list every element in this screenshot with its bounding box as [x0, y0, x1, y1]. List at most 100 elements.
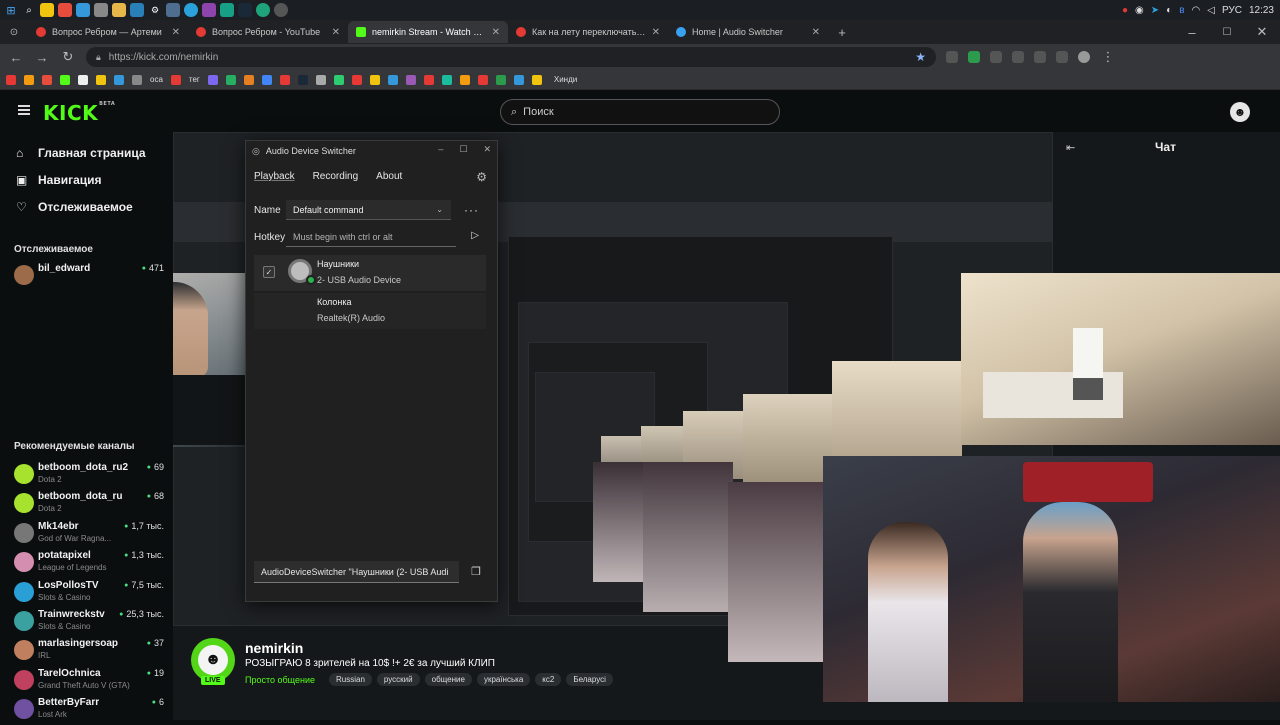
browser-tab[interactable]: Вопрос Ребром - YouTube ✕: [188, 21, 348, 43]
extension-icon[interactable]: [990, 51, 1002, 63]
bookmark-icon[interactable]: [6, 74, 16, 85]
bookmark-icon[interactable]: [423, 74, 434, 85]
sidebar-item-home[interactable]: ⌂ Главная страница: [16, 146, 146, 160]
bluetooth-icon[interactable]: ʙ: [1179, 5, 1184, 16]
app-icon[interactable]: [166, 3, 180, 17]
app-icon[interactable]: [220, 3, 234, 17]
device-item[interactable]: Колонка Realtek(R) Audio: [254, 293, 486, 329]
recommended-channel[interactable]: LosPollosTVSlots & Casino7,5 тыс.: [14, 580, 164, 608]
extension-icon[interactable]: [1056, 51, 1068, 63]
volume-icon[interactable]: ◁: [1207, 5, 1215, 16]
bookmark-hindi[interactable]: Хинди: [554, 75, 577, 84]
bookmark-icon[interactable]: [387, 74, 398, 85]
user-avatar[interactable]: ☻: [1230, 102, 1250, 122]
steam-icon[interactable]: [238, 3, 252, 17]
recommended-channel[interactable]: BetterByFarrLost Ark6: [14, 697, 164, 725]
bookmark-icon[interactable]: [114, 74, 124, 85]
more-options-icon[interactable]: ···: [464, 203, 479, 217]
forward-icon[interactable]: →: [34, 50, 50, 65]
recommended-channel[interactable]: marlasingersoapIRL37: [14, 638, 164, 666]
bookmark-icon[interactable]: [351, 74, 362, 85]
clock[interactable]: 12:23: [1249, 5, 1274, 16]
kick-logo[interactable]: KICKBETA: [43, 101, 115, 125]
bookmark-icon[interactable]: [441, 74, 452, 85]
browser-tab[interactable]: Вопрос Ребром — Артеми ✕: [28, 21, 188, 43]
folder-icon[interactable]: [112, 3, 126, 17]
telegram-icon[interactable]: [184, 3, 198, 17]
edge-icon[interactable]: [256, 3, 270, 17]
bookmark-icon[interactable]: [225, 74, 236, 85]
app-icon[interactable]: [94, 3, 108, 17]
language-indicator[interactable]: РУС: [1222, 5, 1242, 16]
recommended-channel[interactable]: betboom_dota_ru2Dota 269: [14, 462, 164, 490]
bookmark-osa[interactable]: оса: [150, 75, 163, 84]
wifi-icon[interactable]: ◠: [1192, 5, 1201, 16]
maximize-icon[interactable]: ☐: [459, 144, 467, 155]
close-tab-icon[interactable]: ✕: [332, 27, 340, 38]
app-icon[interactable]: [202, 3, 216, 17]
new-tab-button[interactable]: +: [834, 25, 850, 40]
tray-icon[interactable]: ◐: [1166, 5, 1172, 16]
recommended-channel[interactable]: Mk14ebrGod of War Ragna...1,7 тыс.: [14, 521, 164, 549]
bookmark-icon[interactable]: [170, 74, 181, 85]
bookmark-icon[interactable]: [24, 74, 34, 85]
sidebar-item-following[interactable]: ♡ Отслеживаемое: [16, 200, 133, 214]
chrome-tray-icon[interactable]: ●: [1122, 5, 1128, 16]
minimize-icon[interactable]: –: [438, 144, 443, 155]
gear-icon[interactable]: ⚙: [148, 3, 162, 17]
bookmark-icon[interactable]: [531, 74, 542, 85]
windows-start-icon[interactable]: ⊞: [4, 3, 18, 17]
bookmark-icon[interactable]: [96, 74, 106, 85]
bookmark-icon[interactable]: [477, 74, 488, 85]
bookmark-icon[interactable]: [261, 74, 272, 85]
close-tab-icon[interactable]: ✕: [652, 27, 660, 38]
bookmark-icon[interactable]: [243, 74, 254, 85]
recommended-channel[interactable]: potatapixelLeague of Legends1,3 тыс.: [14, 550, 164, 578]
hotkey-input[interactable]: Must begin with ctrl or alt: [286, 227, 456, 247]
stream-category[interactable]: Просто общение: [245, 675, 315, 685]
bookmark-teg[interactable]: тег: [189, 75, 200, 84]
device-checkbox[interactable]: ✓: [263, 266, 275, 278]
app-icon[interactable]: [76, 3, 90, 17]
bookmark-icon[interactable]: [405, 74, 416, 85]
url-field[interactable]: 🔒︎ https://kick.com/nemirkin ★: [86, 47, 936, 67]
tray-icon[interactable]: ◉: [1135, 5, 1144, 16]
extension-icon[interactable]: [946, 51, 958, 63]
bookmark-icon[interactable]: [279, 74, 290, 85]
close-window-icon[interactable]: ✕: [1254, 24, 1270, 40]
extension-icon[interactable]: [968, 51, 980, 63]
tag[interactable]: Russian: [329, 673, 372, 686]
bookmark-icon[interactable]: [315, 74, 326, 85]
app-icon[interactable]: [130, 3, 144, 17]
recommended-channel[interactable]: TrainwreckstvSlots & Casino25,3 тыс.: [14, 609, 164, 637]
tag[interactable]: Беларусі: [566, 673, 613, 686]
close-window-icon[interactable]: ✕: [483, 144, 491, 155]
copy-icon[interactable]: ❐: [471, 565, 481, 578]
followed-channel[interactable]: bil_edward 471: [14, 263, 164, 291]
bookmark-icon[interactable]: [132, 74, 142, 85]
bookmark-icon[interactable]: [297, 74, 308, 85]
bookmark-icon[interactable]: [207, 74, 218, 85]
browser-tab[interactable]: Home | Audio Switcher ✕: [668, 21, 828, 43]
play-icon[interactable]: ▷: [471, 230, 479, 241]
bookmark-icon[interactable]: [60, 74, 70, 85]
minimize-icon[interactable]: –: [1184, 25, 1200, 40]
tab-playback[interactable]: Playback: [254, 171, 295, 182]
tag[interactable]: кс2: [535, 673, 562, 686]
reload-icon[interactable]: ↻: [60, 49, 76, 65]
search-icon[interactable]: ⌕: [22, 3, 36, 17]
bookmark-icon[interactable]: [459, 74, 470, 85]
profile-avatar-icon[interactable]: [1078, 51, 1090, 63]
menu-icon[interactable]: ⋮: [1100, 49, 1116, 65]
name-select[interactable]: Default command ⌄: [286, 200, 451, 220]
back-icon[interactable]: ←: [8, 50, 24, 65]
recommended-channel[interactable]: TarelOchnicaGrand Theft Auto V (GTA)19: [14, 668, 164, 696]
app-icon[interactable]: [58, 3, 72, 17]
bookmark-icon[interactable]: [369, 74, 380, 85]
bookmark-icon[interactable]: [333, 74, 344, 85]
tab-actions-icon[interactable]: ⊙: [6, 27, 22, 38]
recommended-channel[interactable]: betboom_dota_ruDota 268: [14, 491, 164, 519]
device-item[interactable]: ✓ Наушники 2- USB Audio Device: [254, 255, 486, 291]
chrome-icon[interactable]: [274, 3, 288, 17]
tab-recording[interactable]: Recording: [313, 171, 359, 182]
